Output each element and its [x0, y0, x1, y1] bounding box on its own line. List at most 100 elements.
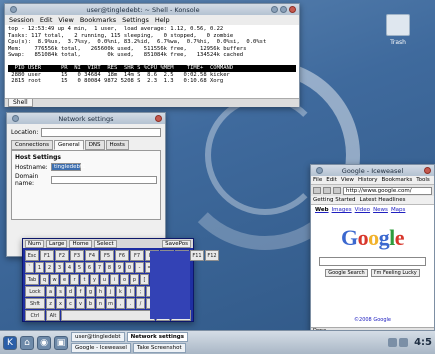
network-tray-icon[interactable] — [388, 338, 398, 347]
keyboard-key[interactable]: F3 — [70, 250, 84, 261]
kbd-savepos-button[interactable]: SavePos — [162, 239, 191, 248]
close-icon[interactable] — [155, 115, 162, 122]
menu-bookmarks[interactable]: Bookmarks — [80, 16, 116, 24]
keyboard-key[interactable]: t — [80, 274, 89, 285]
keyboard-key[interactable]: Esc — [25, 250, 39, 261]
task-screenshot[interactable]: Take Screenshot — [132, 343, 186, 353]
link-maps[interactable]: Maps — [391, 207, 405, 213]
hostname-input[interactable]: tingledebt1 — [51, 163, 86, 171]
keyboard-key[interactable]: l — [126, 286, 135, 297]
link-web[interactable]: Web — [315, 207, 329, 213]
keyboard-key[interactable]: n — [96, 298, 105, 309]
task-network-settings[interactable]: Network settings — [126, 332, 188, 342]
url-bar[interactable]: http://www.google.com/ — [343, 186, 432, 195]
close-icon[interactable] — [289, 6, 296, 13]
keyboard-key[interactable]: Shft — [25, 298, 45, 309]
menu-edit[interactable]: Edit — [326, 177, 337, 183]
keyboard-key[interactable] — [61, 310, 155, 321]
keyboard-key[interactable]: b — [86, 298, 95, 309]
tab-connections[interactable]: Connections — [11, 140, 53, 150]
keyboard-key[interactable]: 1 — [35, 262, 44, 273]
menu-file[interactable]: File — [313, 177, 322, 183]
menu-session[interactable]: Session — [9, 16, 34, 24]
keyboard-key[interactable]: 6 — [85, 262, 94, 273]
keyboard-key[interactable]: o — [120, 274, 129, 285]
window-menu-icon[interactable] — [12, 115, 19, 122]
window-menu-icon[interactable] — [316, 167, 323, 174]
keyboard-key[interactable]: F2 — [55, 250, 69, 261]
close-icon[interactable] — [424, 167, 431, 174]
keyboard-key[interactable]: h — [96, 286, 105, 297]
maximize-icon[interactable] — [280, 6, 287, 13]
keyboard-key[interactable]: / — [136, 298, 145, 309]
keyboard-key[interactable]: s — [56, 286, 65, 297]
link-video[interactable]: Video — [355, 207, 370, 213]
keyboard-key[interactable]: 8 — [105, 262, 114, 273]
browser-icon[interactable]: ◉ — [37, 335, 51, 350]
google-search-input[interactable] — [319, 257, 426, 266]
keyboard-key[interactable]: ` — [25, 262, 34, 273]
kbd-large-button[interactable]: Large — [45, 239, 68, 248]
clock[interactable]: 4:5 — [414, 337, 432, 348]
forward-icon[interactable] — [323, 187, 331, 194]
keyboard-key[interactable]: F6 — [115, 250, 129, 261]
tab-dns[interactable]: DNS — [84, 140, 105, 150]
tab-general[interactable]: General — [54, 140, 84, 150]
minimize-icon[interactable] — [271, 6, 278, 13]
keyboard-key[interactable]: 7 — [95, 262, 104, 273]
keyboard-key[interactable]: d — [66, 286, 75, 297]
kbd-select-button[interactable]: Select — [93, 239, 117, 248]
keyboard-key[interactable]: F1 — [40, 250, 54, 261]
keyboard-key[interactable]: y — [90, 274, 99, 285]
keyboard-key[interactable]: g — [86, 286, 95, 297]
keyboard-key[interactable]: 4 — [65, 262, 74, 273]
task-konsole[interactable]: user@tingledebt — [71, 332, 125, 342]
kbd-num-button[interactable]: Num — [25, 239, 44, 248]
menu-bookmarks[interactable]: Bookmarks — [382, 177, 413, 183]
keyboard-key[interactable]: F11 — [190, 250, 204, 261]
kde-menu-icon[interactable]: K — [3, 335, 17, 350]
keyboard-key[interactable]: Lock — [25, 286, 45, 297]
keyboard-key[interactable]: q — [40, 274, 49, 285]
keyboard-key[interactable]: F7 — [130, 250, 144, 261]
menu-settings[interactable]: Settings — [122, 16, 149, 24]
keyboard-key[interactable]: k — [116, 286, 125, 297]
keyboard-key[interactable]: F4 — [85, 250, 99, 261]
keyboard-key[interactable]: . — [126, 298, 135, 309]
link-images[interactable]: Images — [332, 207, 352, 213]
keyboard-key[interactable]: w — [50, 274, 59, 285]
keyboard-key[interactable]: Ctrl — [25, 310, 45, 321]
keyboard-key[interactable]: - — [135, 262, 144, 273]
menu-view[interactable]: View — [341, 177, 354, 183]
feeling-lucky-button[interactable]: I'm Feeling Lucky — [370, 269, 420, 277]
bookmark-latest-headlines[interactable]: Latest Headlines — [360, 197, 406, 203]
keyboard-key[interactable]: F12 — [205, 250, 219, 261]
network-titlebar[interactable]: Network settings — [7, 113, 165, 124]
keyboard-key[interactable]: v — [76, 298, 85, 309]
menu-help[interactable]: Help — [155, 16, 170, 24]
keyboard-key[interactable]: Tab — [25, 274, 39, 285]
keyboard-key[interactable]: u — [100, 274, 109, 285]
keyboard-key[interactable]: f — [76, 286, 85, 297]
keyboard-key[interactable]: Alt — [46, 310, 60, 321]
ice-titlebar[interactable]: Google - Iceweasel — [311, 165, 434, 176]
keyboard-key[interactable]: e — [60, 274, 69, 285]
konsole-icon[interactable]: ▣ — [54, 335, 68, 350]
bookmark-getting-started[interactable]: Getting Started — [313, 197, 356, 203]
keyboard-key[interactable]: 5 — [75, 262, 84, 273]
tab-shell[interactable]: Shell — [8, 99, 33, 107]
keyboard-key[interactable]: [ — [140, 274, 149, 285]
keyboard-mouse-pad[interactable] — [150, 251, 190, 319]
keyboard-key[interactable]: 9 — [115, 262, 124, 273]
reload-icon[interactable] — [333, 187, 341, 194]
back-icon[interactable] — [313, 187, 321, 194]
keyboard-key[interactable]: m — [106, 298, 115, 309]
keyboard-key[interactable]: a — [46, 286, 55, 297]
domain-input[interactable] — [51, 176, 157, 184]
keyboard-key[interactable]: j — [106, 286, 115, 297]
keyboard-key[interactable]: 0 — [125, 262, 134, 273]
menu-edit[interactable]: Edit — [40, 16, 53, 24]
kbd-home-button[interactable]: Home — [69, 239, 92, 248]
location-select[interactable] — [41, 128, 161, 137]
menu-history[interactable]: History — [358, 177, 378, 183]
